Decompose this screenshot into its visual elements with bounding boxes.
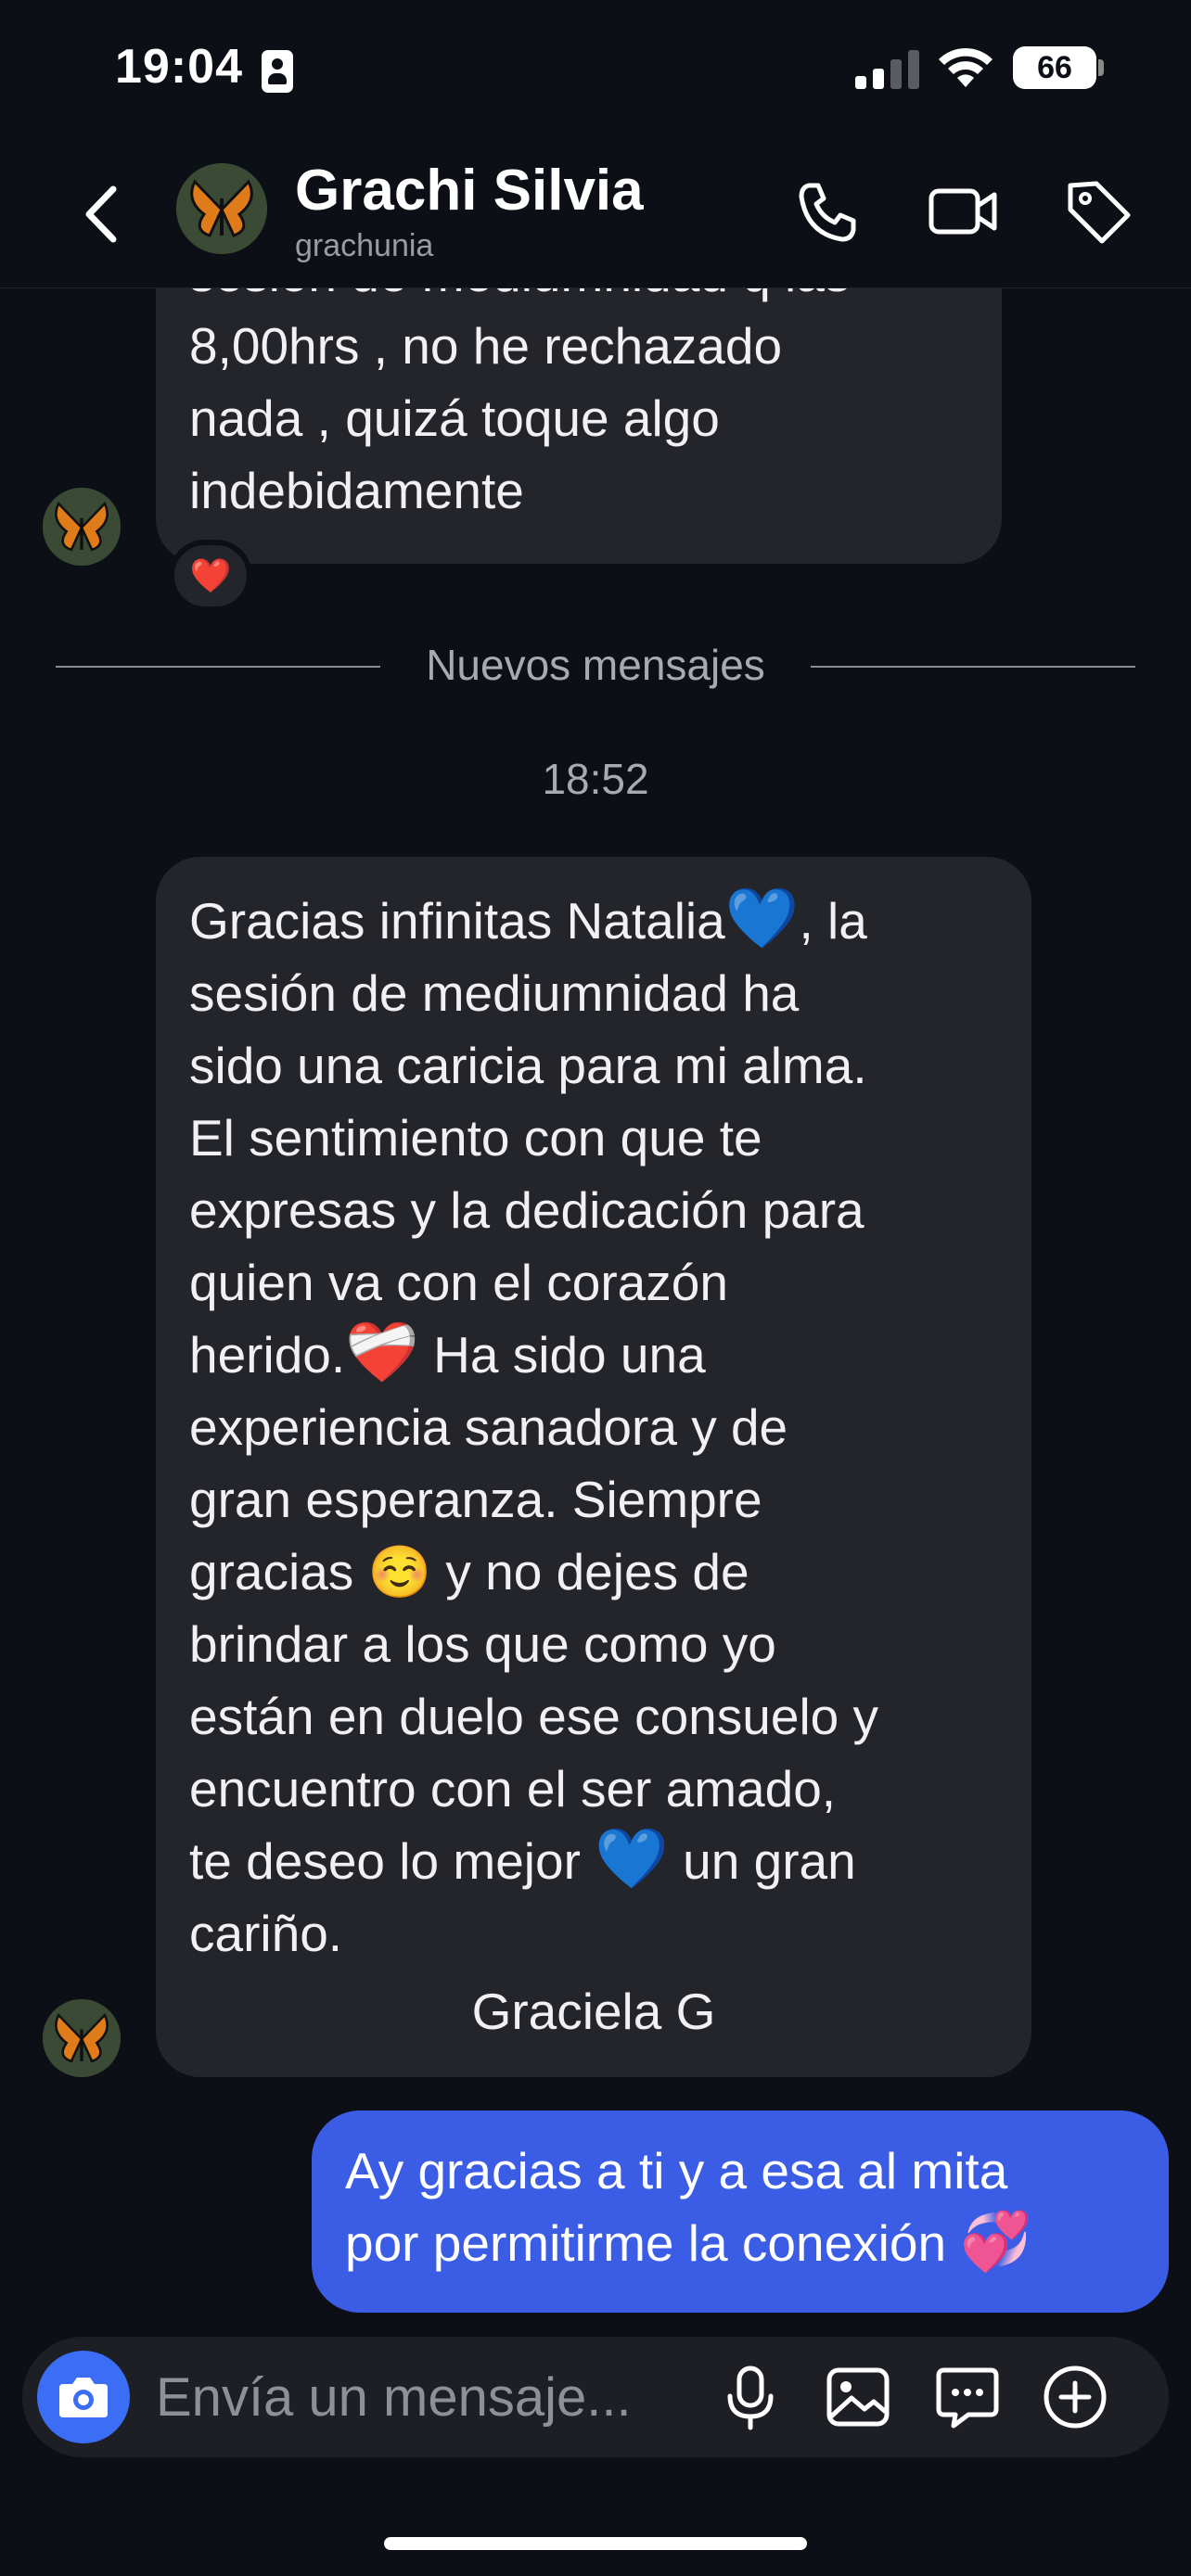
heart-reaction-badge[interactable]: ❤️	[169, 540, 252, 612]
message-line: nada , quizá toque algo	[189, 389, 720, 447]
message-text: y no dejes de	[431, 1543, 749, 1600]
status-bar: 19:04 66	[0, 0, 1191, 139]
chat-header: Grachi Silvia grachunia	[0, 139, 1191, 288]
sender-avatar[interactable]	[43, 488, 121, 566]
message-line: Ay gracias a ti y a esa al mita	[345, 2142, 1008, 2200]
phone-icon[interactable]	[788, 172, 866, 250]
microphone-icon[interactable]	[714, 2361, 787, 2433]
message-signature: Graciela G	[471, 1983, 716, 2040]
message-composer	[22, 2337, 1169, 2457]
message-text: un gran	[668, 1832, 856, 1890]
message-line: brindar a los que como yo	[189, 1615, 776, 1673]
tag-icon[interactable]	[1059, 172, 1137, 250]
message-line: gran esperanza. Siempre	[189, 1471, 762, 1528]
message-line: El sentimiento con que te	[189, 1109, 762, 1167]
add-icon[interactable]	[1039, 2361, 1111, 2433]
message-text: herido.	[189, 1326, 346, 1384]
blue-heart-emoji: 💙	[724, 885, 800, 951]
message-text: te deseo lo mejor	[189, 1832, 596, 1890]
sender-avatar[interactable]	[43, 1999, 121, 2077]
back-chevron-icon[interactable]	[74, 182, 130, 247]
message-timestamp: 18:52	[542, 755, 649, 803]
battery-indicator: 66	[1013, 46, 1096, 89]
message-text: , la	[799, 892, 867, 950]
butterfly-avatar-image	[176, 163, 267, 254]
message-line: sesión de mediumnidad ha	[189, 964, 800, 1022]
home-indicator[interactable]	[384, 2537, 807, 2550]
video-icon[interactable]	[924, 172, 1002, 250]
message-text: por permitirme la conexión	[345, 2214, 961, 2272]
message-line: indebidamente	[189, 462, 524, 519]
revolving-hearts-emoji: 💞	[960, 2210, 1032, 2274]
contact-avatar[interactable]	[176, 163, 267, 254]
message-line: cariño.	[189, 1905, 343, 1962]
smiling-face-emoji: ☺️	[367, 1543, 432, 1600]
sticker-chat-icon[interactable]	[931, 2361, 1004, 2433]
status-time: 19:04	[115, 40, 243, 94]
message-line: sido una caricia para mi alma.	[189, 1037, 867, 1094]
butterfly-avatar-image	[43, 488, 121, 566]
message-line: por permitirme la conexión 💞	[345, 2207, 1135, 2279]
message-line: están en duelo ese consuelo y	[189, 1688, 879, 1745]
outgoing-message-bubble[interactable]: Ay gracias a ti y a esa al mita por perm…	[312, 2111, 1169, 2313]
message-text: gracias	[189, 1543, 368, 1600]
message-line: quien va con el corazón	[189, 1254, 728, 1311]
new-messages-divider: Nuevos mensajes	[426, 641, 765, 689]
butterfly-avatar-image	[43, 1999, 121, 2077]
contact-name[interactable]: Grachi Silvia	[295, 158, 644, 223]
incoming-message-bubble[interactable]: Gracias infinitas Natalia💙, la sesión de…	[156, 857, 1031, 2077]
message-input[interactable]	[156, 2363, 703, 2431]
message-line: gracias ☺️ y no dejes de	[189, 1536, 998, 1608]
gallery-icon[interactable]	[822, 2361, 894, 2433]
message-line: experiencia sanadora y de	[189, 1398, 788, 1456]
message-line: encuentro con el ser amado,	[189, 1760, 837, 1817]
message-line: 8,00hrs , no he rechazado	[189, 317, 783, 375]
divider-line-right	[811, 666, 1135, 668]
camera-button[interactable]	[37, 2351, 130, 2443]
message-line: Gracias infinitas Natalia💙, la	[189, 885, 998, 957]
mending-heart-emoji: ❤️‍🩹	[345, 1319, 419, 1385]
message-line: te deseo lo mejor 💙 un gran	[189, 1825, 998, 1897]
cellular-signal-icon	[855, 46, 920, 89]
camera-icon	[59, 2378, 108, 2417]
blue-heart-emoji: 💙	[595, 1825, 669, 1892]
message-line: herido.❤️‍🩹 Ha sido una	[189, 1319, 998, 1391]
battery-tip	[1098, 59, 1104, 76]
message-text: Gracias infinitas Natalia	[189, 892, 725, 950]
message-line: expresas y la dedicación para	[189, 1181, 864, 1239]
contact-handle[interactable]: grachunia	[295, 228, 433, 264]
message-text: Ha sido una	[418, 1326, 706, 1384]
contact-card-icon	[262, 50, 293, 93]
wifi-icon	[939, 47, 992, 87]
